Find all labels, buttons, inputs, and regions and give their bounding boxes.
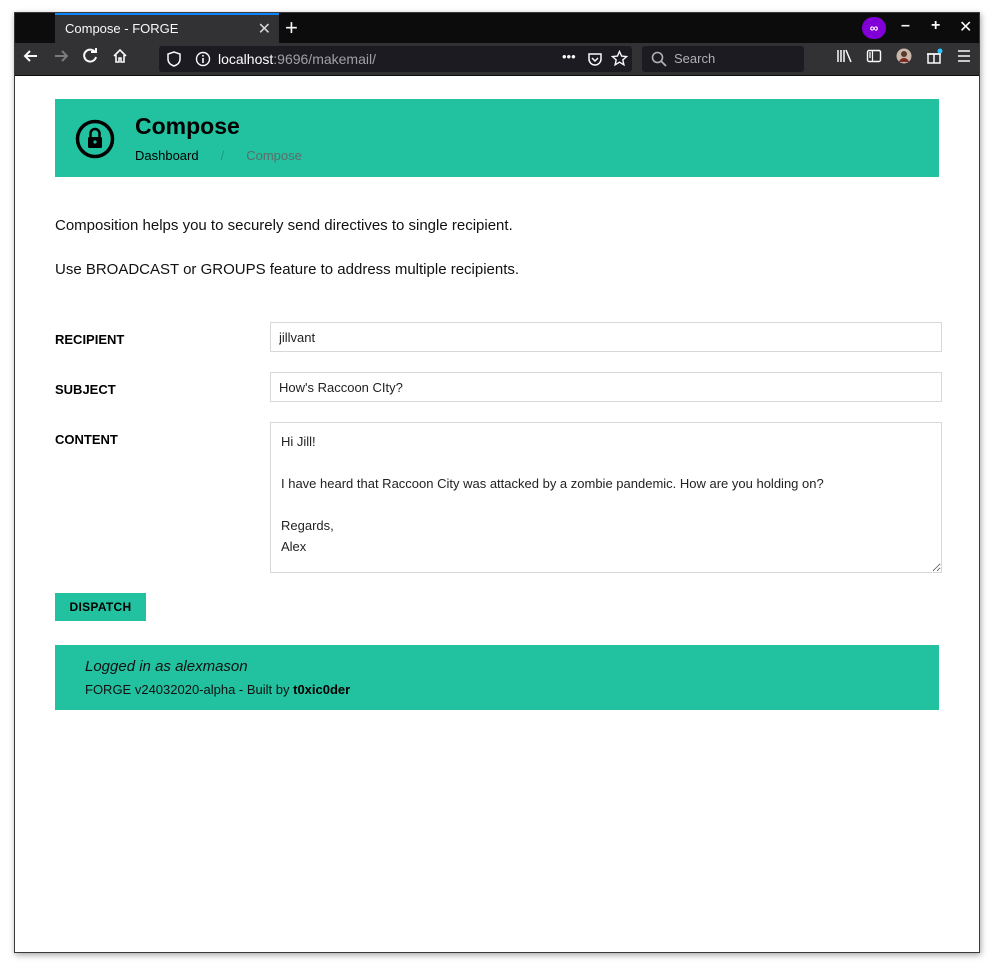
forward-arrow-icon [55,50,69,62]
subject-label: SUBJECT [55,382,116,397]
footer: Logged in as alexmason FORGE v24032020-a… [55,645,939,710]
search-icon [651,51,667,70]
breadcrumb-dashboard-link[interactable]: Dashboard [135,148,199,163]
account-avatar-icon[interactable] [896,48,912,69]
tab-compose[interactable]: Compose - FORGE ✕ [55,13,279,43]
home-icon [113,48,127,63]
page-header-banner: Compose Dashboard / Compose [55,99,939,177]
site-info-icon[interactable] [195,51,211,70]
search-bar[interactable]: Search [642,46,804,72]
navigation-bar: localhost:9696/makemail/ ••• Search [15,43,979,76]
recipient-label: RECIPIENT [55,332,125,347]
forward-button[interactable] [53,48,69,69]
reload-button[interactable] [82,48,98,69]
hamburger-menu-icon[interactable] [956,48,972,69]
library-icon[interactable] [836,48,853,69]
back-button[interactable] [23,48,39,69]
recipient-input[interactable] [270,322,942,352]
url-path: :9696/makemail/ [273,51,376,67]
breadcrumb: Dashboard / Compose [135,148,302,163]
dispatch-button[interactable]: DISPATCH [55,593,146,621]
sidebar-icon[interactable] [866,48,882,69]
page-title: Compose [135,113,240,139]
tab-title: Compose - FORGE [65,21,179,36]
author-name: t0xic0der [293,682,351,697]
intro-text-multiple: Use BROADCAST or GROUPS feature to addre… [55,261,520,278]
minimize-button[interactable]: – [901,17,910,35]
search-placeholder: Search [674,51,716,66]
build-info: FORGE v24032020-alpha - Built by t0xic0d… [85,682,350,697]
close-window-button[interactable]: ✕ [959,17,972,37]
reload-icon [83,48,97,63]
new-tab-button[interactable]: + [285,15,298,41]
tab-strip: Compose - FORGE ✕ + ∞ – + ✕ [15,13,979,43]
page-content: Compose Dashboard / Compose Composition he… [15,76,979,952]
browser-window: Compose - FORGE ✕ + ∞ – + ✕ localhost:96… [14,12,980,953]
page-actions-icon[interactable]: ••• [562,49,576,64]
intro-text-single: Composition helps you to securely send d… [55,217,513,234]
pocket-icon[interactable] [587,51,603,70]
maximize-button[interactable]: + [931,17,940,35]
back-arrow-icon [23,50,37,62]
build-version-text: FORGE v24032020-alpha - Built by [85,682,294,697]
tracking-protection-icon[interactable] [167,51,181,70]
bookmark-star-icon[interactable] [610,49,629,70]
extension-gift-icon[interactable] [926,48,944,70]
breadcrumb-separator: / [220,148,225,163]
url-host: localhost [218,51,274,67]
content-textarea[interactable]: Hi Jill! I have heard that Raccoon City … [270,422,942,573]
subject-input[interactable] [270,372,942,402]
url-bar[interactable]: localhost:9696/makemail/ ••• [159,46,632,72]
private-browsing-icon: ∞ [862,17,886,39]
url-text[interactable]: localhost:9696/makemail/ [218,51,376,67]
content-label: CONTENT [55,432,118,447]
logged-in-text: Logged in as alexmason [85,658,248,675]
tab-close-icon[interactable]: ✕ [258,19,271,39]
home-button[interactable] [112,48,128,69]
breadcrumb-current: Compose [246,148,302,163]
lock-icon [75,119,115,164]
